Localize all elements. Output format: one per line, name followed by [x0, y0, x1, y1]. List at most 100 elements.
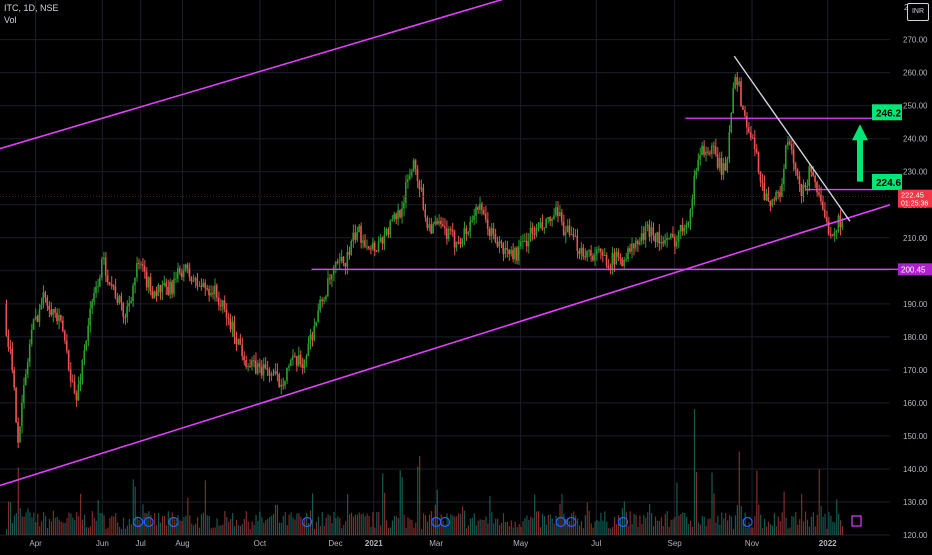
volume-bar [278, 522, 280, 535]
volume-bar [58, 519, 60, 535]
candle-body [488, 228, 491, 237]
currency-badge[interactable]: INR [907, 3, 929, 21]
candle-body [543, 227, 545, 229]
candle-body [566, 225, 569, 232]
volume-bar [840, 520, 842, 535]
volume-bar [510, 520, 512, 535]
volume-bar [631, 524, 633, 535]
volume-bar [119, 526, 121, 535]
candle-body [755, 149, 758, 153]
volume-bar [485, 516, 487, 535]
candle-body [707, 151, 709, 153]
y-axis-label: 230.00 [903, 168, 928, 177]
volume-bar [130, 524, 132, 535]
target-label-246-text: 246.2 [876, 108, 901, 119]
chart-area[interactable]: 246.2224.628270.00260.00250.00240.00230.… [0, 0, 932, 550]
volume-bar [298, 513, 300, 535]
volume-bar [382, 473, 384, 535]
candle-body [60, 315, 62, 321]
volume-bar [534, 494, 536, 535]
volume-bar [793, 516, 795, 535]
candle-body [823, 209, 826, 218]
candle-body [484, 213, 487, 220]
volume-bar [158, 513, 160, 535]
candle-body [416, 168, 419, 181]
candle-body [798, 175, 801, 185]
volume-bar [602, 520, 604, 535]
candle-body [632, 243, 635, 249]
candle-body [379, 237, 382, 242]
candle-body [580, 247, 582, 254]
volume-bar [72, 517, 74, 535]
candle-body [519, 241, 522, 247]
candle-body [249, 366, 251, 368]
volume-bar [202, 512, 204, 535]
candle-body [371, 242, 374, 249]
volume-bar [512, 527, 514, 535]
volume-bar [787, 528, 789, 535]
candle-body [568, 225, 571, 235]
candle-body [697, 159, 699, 171]
candle-body [594, 254, 596, 261]
volume-bar [795, 512, 797, 535]
candle-body [399, 210, 401, 218]
volume-bar [504, 521, 507, 535]
volume-bar [230, 519, 232, 535]
candle-body [432, 224, 434, 234]
candle-body [69, 369, 72, 382]
volume-bar [99, 513, 101, 535]
candle-body [730, 113, 732, 133]
volume-bar [366, 513, 368, 535]
volume-bar [764, 518, 766, 535]
volume-bar [333, 511, 335, 535]
candle-body [290, 359, 292, 367]
volume-bar [132, 479, 134, 535]
volume-bar [311, 493, 314, 535]
candle-body [453, 231, 456, 248]
volume-bar [660, 517, 662, 535]
volume-bar [555, 515, 557, 535]
volume-bar [224, 511, 226, 535]
volume-bar [434, 504, 436, 535]
volume-bar [600, 512, 602, 535]
candle-body [91, 301, 93, 309]
volume-bar [571, 513, 573, 535]
candle-body [414, 160, 417, 169]
volume-bar [428, 514, 431, 535]
volume-bar [272, 513, 275, 535]
volume-bar [826, 528, 828, 535]
candle-body [689, 209, 692, 223]
volume-bar [467, 525, 470, 535]
volume-bar [456, 516, 458, 535]
candle-body [63, 331, 66, 341]
candle-body [264, 364, 267, 369]
candle-body [163, 282, 165, 286]
volume-bar [643, 515, 645, 535]
candle-body [391, 219, 393, 221]
price-chart-svg[interactable]: 246.2224.628270.00260.00250.00240.00230.… [0, 0, 932, 550]
candle-body [155, 291, 158, 296]
candle-body [393, 214, 395, 220]
candle-body [784, 145, 787, 169]
candle-body [235, 337, 238, 345]
volume-bar [265, 520, 267, 535]
volume-bar [452, 515, 454, 535]
volume-bar [569, 521, 571, 535]
volume-bar [350, 512, 353, 535]
volume-bar [588, 510, 590, 535]
candle-body [165, 282, 167, 287]
volume-bar [284, 511, 286, 535]
volume-bar [226, 516, 228, 535]
volume-bar [177, 515, 179, 535]
volume-bar [691, 526, 694, 535]
candle-body [613, 253, 616, 265]
y-axis-label: 240.00 [903, 135, 928, 144]
candle-body [114, 286, 117, 299]
volume-bar [411, 520, 413, 535]
candle-body [500, 241, 503, 244]
candle-body [578, 250, 580, 254]
candle-body [7, 335, 10, 348]
candle-body [525, 240, 528, 247]
candle-body [482, 210, 485, 214]
candle-body [13, 370, 15, 388]
